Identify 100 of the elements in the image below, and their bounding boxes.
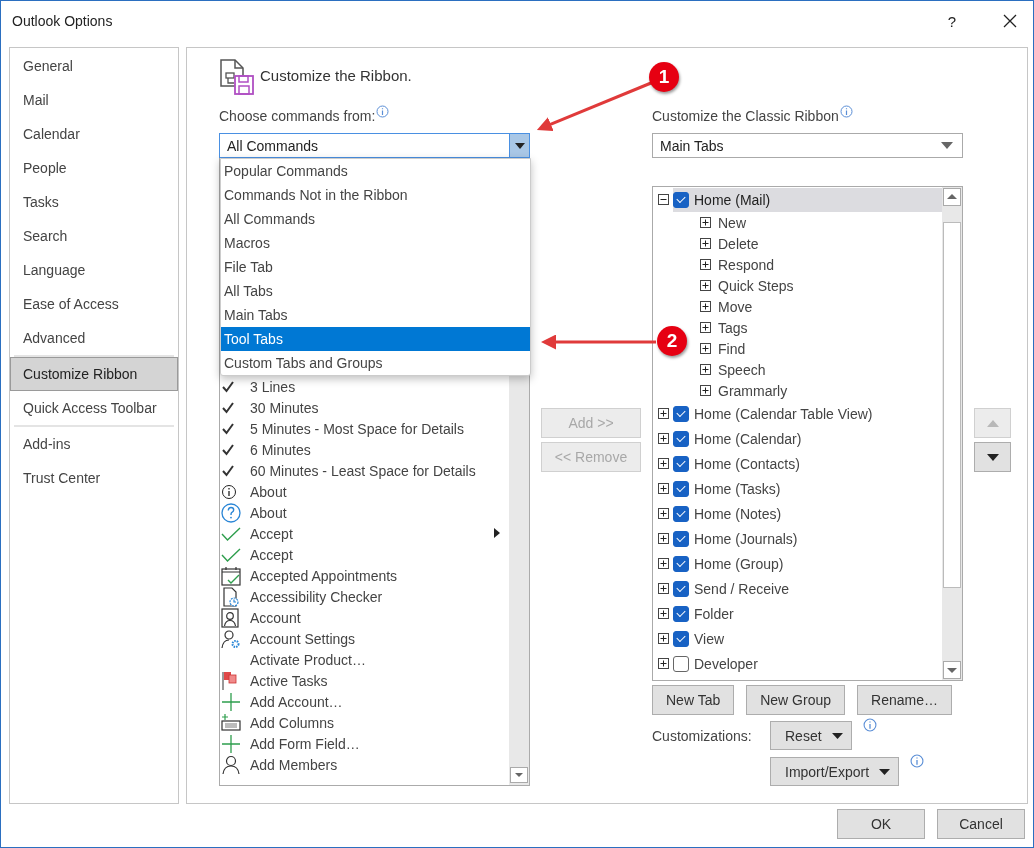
info-icon[interactable] xyxy=(376,105,390,118)
dropdown-button[interactable]: Import/Export xyxy=(770,757,900,786)
sidebar-item[interactable]: Tasks xyxy=(10,185,178,219)
sidebar-item[interactable]: Customize Ribbon xyxy=(10,357,178,391)
tree-row[interactable]: View xyxy=(673,626,942,651)
move-down-button[interactable] xyxy=(974,442,1011,472)
expand-icon[interactable] xyxy=(700,280,711,291)
tree-row[interactable]: Folder xyxy=(673,601,942,626)
command-item[interactable]: 5 Minutes - Most Space for Details xyxy=(250,420,464,437)
scroll-up-icon[interactable] xyxy=(943,188,961,206)
dropdown-button[interactable]: Reset xyxy=(770,721,852,750)
dropdown-option[interactable]: Tool Tabs xyxy=(221,327,530,351)
expand-icon[interactable] xyxy=(700,259,711,270)
command-item[interactable]: Add Form Field… xyxy=(250,735,360,752)
checkbox[interactable] xyxy=(673,655,689,672)
command-item[interactable]: About xyxy=(250,483,287,500)
scroll-down-icon[interactable] xyxy=(510,767,528,783)
tree-row[interactable]: Home (Notes) xyxy=(673,501,942,526)
expand-icon[interactable] xyxy=(700,301,711,312)
dropdown-option[interactable]: All Tabs xyxy=(221,279,530,303)
dialog-button[interactable]: OK xyxy=(837,809,925,839)
tree-row[interactable]: Developer xyxy=(673,651,942,676)
command-item[interactable]: Add Members xyxy=(250,756,338,773)
command-item[interactable]: Accessibility Checker xyxy=(250,588,383,605)
checkbox[interactable] xyxy=(673,505,689,522)
sidebar-item[interactable]: Search xyxy=(10,219,178,253)
tree-item[interactable]: Speech xyxy=(718,361,766,378)
checkbox[interactable] xyxy=(673,630,689,647)
expand-icon[interactable] xyxy=(700,364,711,375)
command-item[interactable]: Accept xyxy=(250,546,293,563)
checkbox[interactable] xyxy=(673,430,689,447)
checkbox[interactable] xyxy=(673,455,689,472)
command-item[interactable]: Accepted Appointments xyxy=(250,567,398,584)
tree-item[interactable]: Find xyxy=(718,340,746,357)
checkbox[interactable] xyxy=(673,555,689,572)
expand-icon[interactable] xyxy=(700,343,711,354)
command-item[interactable]: Active Tasks xyxy=(250,672,328,689)
dropdown-option[interactable]: All Commands xyxy=(221,207,530,231)
tree-item[interactable]: Quick Steps xyxy=(718,277,794,294)
command-item[interactable]: Add Account… xyxy=(250,693,343,710)
tree-action-button[interactable]: Rename… xyxy=(857,685,952,715)
scrollbar[interactable] xyxy=(942,187,962,680)
tree-item[interactable]: Respond xyxy=(718,256,775,273)
tree-item[interactable]: Delete xyxy=(718,235,759,252)
command-item[interactable]: Accept xyxy=(250,525,293,542)
info-icon[interactable] xyxy=(910,754,925,768)
tree-row[interactable]: Send / Receive xyxy=(673,576,942,601)
tree-row[interactable]: Home (Tasks) xyxy=(673,476,942,501)
command-item[interactable]: 60 Minutes - Least Space for Details xyxy=(250,462,476,479)
dialog-button[interactable]: Cancel xyxy=(937,809,1025,839)
sidebar-item[interactable]: Trust Center xyxy=(10,461,178,495)
checkbox[interactable] xyxy=(673,191,689,208)
expand-icon[interactable] xyxy=(700,322,711,333)
expand-icon[interactable] xyxy=(700,385,711,396)
dropdown-option[interactable]: Macros xyxy=(221,231,530,255)
tree-item[interactable]: Tags xyxy=(718,319,748,336)
dropdown-option[interactable]: Main Tabs xyxy=(221,303,530,327)
tree-item[interactable]: Move xyxy=(718,298,753,315)
command-item[interactable]: Activate Product… xyxy=(250,651,366,668)
sidebar-item[interactable]: Language xyxy=(10,253,178,287)
tree-row[interactable]: Home (Contacts) xyxy=(673,451,942,476)
tree-action-button[interactable]: New Group xyxy=(746,685,846,715)
expand-icon[interactable] xyxy=(700,238,711,249)
sidebar-item[interactable]: Add-ins xyxy=(10,427,178,461)
scroll-down-icon[interactable] xyxy=(943,661,961,679)
command-item[interactable]: 30 Minutes xyxy=(250,399,319,416)
dropdown-option[interactable]: Custom Tabs and Groups xyxy=(221,351,530,375)
command-item[interactable]: 3 Lines xyxy=(250,378,296,395)
sidebar-item[interactable]: Ease of Access xyxy=(10,287,178,321)
checkbox[interactable] xyxy=(673,405,689,422)
command-item[interactable]: 6 Minutes xyxy=(250,441,311,458)
sidebar-item[interactable]: General xyxy=(10,49,178,83)
tree-item[interactable]: Grammarly xyxy=(718,382,788,399)
command-item[interactable]: Account xyxy=(250,609,301,626)
tree-row[interactable]: Home (Mail) xyxy=(673,187,942,212)
sidebar-item[interactable]: Advanced xyxy=(10,321,178,355)
command-item[interactable]: Add Columns xyxy=(250,714,335,731)
tree-action-button[interactable]: New Tab xyxy=(652,685,735,715)
ribbon-dropdown[interactable]: Main Tabs xyxy=(652,133,963,158)
tree-row[interactable]: Home (Calendar) xyxy=(673,426,942,451)
dropdown-option[interactable]: File Tab xyxy=(221,255,530,279)
dropdown-option[interactable]: Popular Commands xyxy=(221,159,530,183)
tree-row[interactable]: Home (Group) xyxy=(673,551,942,576)
commands-dropdown[interactable]: All Commands xyxy=(219,133,530,158)
sidebar-item[interactable]: People xyxy=(10,151,178,185)
expand-icon[interactable] xyxy=(700,217,711,228)
scroll-thumb[interactable] xyxy=(943,222,961,588)
info-icon[interactable] xyxy=(839,105,853,118)
info-icon[interactable] xyxy=(862,718,877,732)
tree-row[interactable]: Home (Calendar Table View) xyxy=(673,401,942,426)
checkbox[interactable] xyxy=(673,580,689,597)
tree-item[interactable]: New xyxy=(718,214,746,231)
checkbox[interactable] xyxy=(673,480,689,497)
command-item[interactable]: About xyxy=(250,504,287,521)
sidebar-item[interactable]: Quick Access Toolbar xyxy=(10,391,178,425)
tree-row[interactable]: Home (Journals) xyxy=(673,526,942,551)
checkbox[interactable] xyxy=(673,530,689,547)
sidebar-item[interactable]: Calendar xyxy=(10,117,178,151)
dropdown-option[interactable]: Commands Not in the Ribbon xyxy=(221,183,530,207)
sidebar-item[interactable]: Mail xyxy=(10,83,178,117)
